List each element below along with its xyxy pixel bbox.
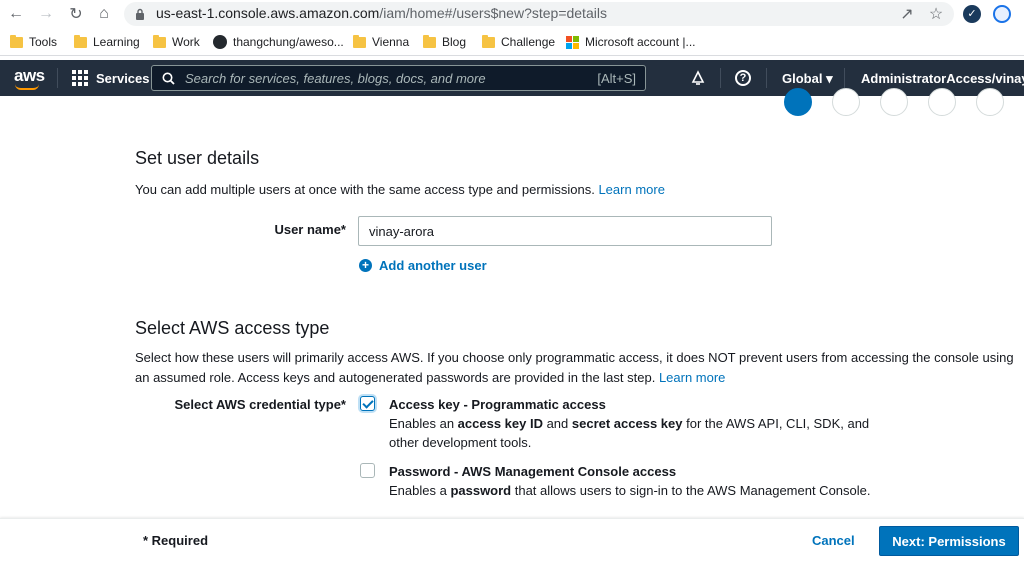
profile-avatar[interactable] — [993, 5, 1011, 23]
services-menu[interactable]: Services — [72, 70, 150, 86]
password-option-description: Enables a password that allows users to … — [389, 483, 871, 498]
access-type-description: Select how these users will primarily ac… — [135, 350, 1014, 385]
access-key-option-title[interactable]: Access key - Programmatic access — [389, 397, 606, 412]
url-text: us-east-1.console.aws.amazon.com/iam/hom… — [156, 5, 607, 21]
next-permissions-button[interactable]: Next: Permissions — [879, 526, 1019, 556]
share-icon[interactable]: ↗ — [897, 4, 917, 24]
folder-icon — [153, 34, 166, 48]
step-4-indicator — [928, 88, 956, 116]
cloudshell-bell-icon[interactable] — [690, 70, 706, 86]
reload-icon[interactable]: ↻ — [66, 4, 86, 24]
section-title-user-details: Set user details — [135, 148, 260, 168]
bookmark-github[interactable]: thangchung/aweso... — [213, 35, 344, 49]
aws-top-nav: aws Services Search for services, featur… — [0, 60, 1024, 96]
star-icon[interactable]: ☆ — [926, 4, 946, 24]
step-2-indicator — [832, 88, 860, 116]
microsoft-icon — [566, 35, 579, 49]
step-5-indicator — [976, 88, 1004, 116]
back-icon[interactable]: ← — [6, 4, 26, 24]
bookmark-challenge[interactable]: Challenge — [482, 34, 555, 49]
access-key-checkbox[interactable] — [360, 396, 375, 411]
folder-icon — [353, 34, 366, 48]
grid-icon — [72, 70, 88, 86]
required-note: * Required — [143, 533, 209, 548]
region-selector[interactable]: Global ▾ — [782, 71, 833, 87]
help-icon[interactable]: ? — [735, 70, 751, 86]
password-checkbox[interactable] — [360, 463, 375, 478]
step-1-indicator — [784, 88, 812, 116]
folder-icon — [482, 34, 495, 48]
plus-circle-icon: + — [359, 259, 372, 272]
bookmark-microsoft[interactable]: Microsoft account |... — [566, 35, 696, 49]
user-name-field[interactable] — [358, 216, 772, 246]
forward-icon[interactable]: → — [36, 4, 56, 24]
learn-more-link[interactable]: Learn more — [598, 182, 664, 197]
user-details-description: You can add multiple users at once with … — [135, 182, 665, 197]
account-menu[interactable]: AdministratorAccess/vinay.arora — [861, 71, 1024, 86]
bookmark-work[interactable]: Work — [153, 34, 200, 49]
home-icon[interactable]: ⌂ — [94, 4, 114, 24]
bookmarks-bar: Tools Learning Work thangchung/aweso... … — [0, 28, 1024, 56]
github-icon — [213, 35, 227, 49]
bookmark-vienna[interactable]: Vienna — [353, 34, 409, 49]
credential-type-label: Select AWS credential type* — [174, 397, 346, 412]
add-another-user-button[interactable]: + Add another user — [359, 258, 487, 273]
cancel-button[interactable]: Cancel — [812, 533, 855, 548]
caret-down-icon: ▾ — [826, 71, 833, 86]
bookmark-blog[interactable]: Blog — [423, 34, 466, 49]
access-key-option-description: Enables an access key ID and secret acce… — [389, 416, 870, 450]
search-icon — [162, 72, 175, 85]
aws-logo[interactable]: aws — [14, 66, 45, 86]
section-title-access-type: Select AWS access type — [135, 318, 330, 338]
extension-check-icon[interactable]: ✓ — [963, 5, 981, 23]
bookmark-learning[interactable]: Learning — [74, 34, 140, 49]
search-input[interactable]: Search for services, features, blogs, do… — [151, 65, 646, 91]
learn-more-link[interactable]: Learn more — [659, 370, 725, 385]
folder-icon — [423, 34, 436, 48]
password-option-title[interactable]: Password - AWS Management Console access — [389, 464, 676, 479]
user-name-label: User name* — [274, 222, 346, 237]
lock-icon — [136, 8, 144, 20]
aws-smile-icon — [15, 84, 39, 90]
wizard-footer: * Required Cancel Next: Permissions — [0, 518, 1024, 561]
step-3-indicator — [880, 88, 908, 116]
browser-address-bar: ← → ↻ ⌂ us-east-1.console.aws.amazon.com… — [0, 0, 1024, 28]
bookmark-tools[interactable]: Tools — [10, 34, 57, 49]
folder-icon — [10, 34, 23, 48]
folder-icon — [74, 34, 87, 48]
